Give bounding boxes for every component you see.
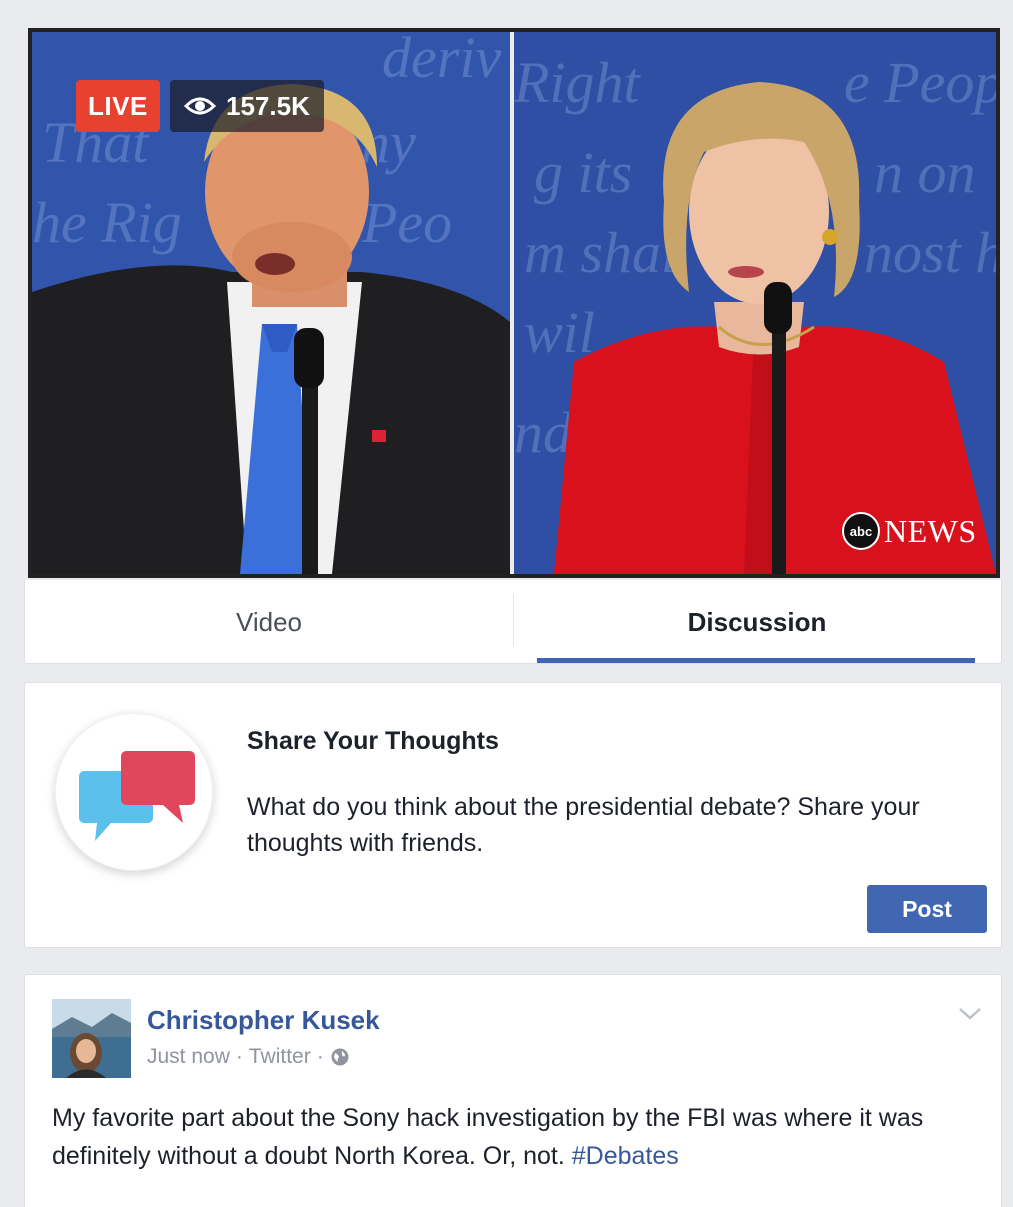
- live-label: LIVE: [88, 90, 148, 121]
- svg-text:m shal: m shal: [524, 220, 677, 285]
- post-source[interactable]: Twitter: [249, 1045, 311, 1069]
- post-author-name[interactable]: Christopher Kusek: [147, 1005, 380, 1036]
- news-text: NEWS: [884, 512, 977, 549]
- post-button[interactable]: Post: [867, 885, 987, 933]
- live-video-player[interactable]: That any he Rig Peo deriv: [28, 28, 1000, 578]
- hashtag-link[interactable]: #Debates: [572, 1142, 679, 1170]
- globe-icon[interactable]: [330, 1047, 350, 1067]
- eye-icon: [184, 95, 216, 117]
- feed-post: Christopher Kusek Just now · Twitter · M…: [24, 974, 1002, 1207]
- live-badge: LIVE: [76, 80, 160, 132]
- post-text: My favorite part about the Sony hack inv…: [52, 1104, 924, 1170]
- svg-text:Peo: Peo: [361, 190, 452, 255]
- svg-text:deriv: deriv: [382, 32, 501, 90]
- tab-video[interactable]: Video: [25, 580, 513, 664]
- svg-text:n on: n on: [874, 140, 976, 205]
- active-tab-indicator: [537, 658, 975, 663]
- svg-text:wil: wil: [524, 300, 595, 365]
- share-thoughts-card: Share Your Thoughts What do you think ab…: [24, 682, 1002, 948]
- abc-logo: abc: [842, 512, 880, 550]
- video-tabs: Video Discussion: [24, 580, 1002, 664]
- abc-news-watermark: abc NEWS: [842, 512, 977, 550]
- live-video-page: That any he Rig Peo deriv: [0, 0, 1013, 1207]
- avatar[interactable]: [52, 999, 131, 1078]
- svg-text:g its: g its: [534, 140, 632, 205]
- right-speaker-image: Right e Peop g its n on m shal nost h wi…: [514, 32, 996, 574]
- chevron-down-icon[interactable]: [957, 1005, 983, 1023]
- viewer-count-badge: 157.5K: [170, 80, 324, 132]
- video-right-speaker: Right e Peop g its n on m shal nost h wi…: [514, 32, 996, 574]
- meta-separator: ·: [316, 1045, 324, 1068]
- meta-separator: ·: [235, 1045, 243, 1068]
- svg-text:he Rig: he Rig: [32, 190, 182, 255]
- svg-text:nost h: nost h: [864, 220, 996, 285]
- svg-text:nd: nd: [514, 400, 573, 465]
- post-meta: Just now · Twitter ·: [147, 1045, 350, 1069]
- svg-text:e Peop: e Peop: [844, 50, 996, 115]
- post-body: My favorite part about the Sony hack inv…: [52, 1099, 982, 1175]
- post-timestamp[interactable]: Just now: [147, 1045, 230, 1069]
- svg-text:Right: Right: [514, 50, 642, 115]
- share-title: Share Your Thoughts: [247, 727, 499, 755]
- tab-discussion[interactable]: Discussion: [513, 580, 1001, 664]
- share-description: What do you think about the presidential…: [247, 793, 920, 857]
- chat-bubbles-icon: [55, 713, 213, 871]
- viewer-count: 157.5K: [226, 90, 310, 121]
